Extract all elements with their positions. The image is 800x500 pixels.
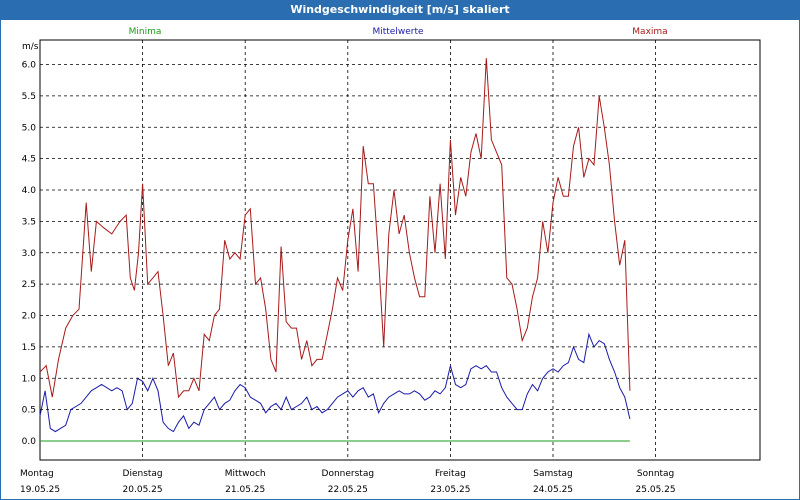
legend-mittelwerte: Mittelwerte — [372, 27, 423, 37]
y-tick-label: 4.5 — [22, 155, 36, 165]
x-date-label: 19.05.25 — [20, 485, 60, 495]
x-day-label: Montag — [20, 469, 54, 479]
x-date-label: 22.05.25 — [328, 485, 368, 495]
legend-minima: Minima — [129, 27, 162, 37]
x-date-label: 25.05.25 — [636, 485, 676, 495]
x-day-label: Mittwoch — [225, 469, 266, 479]
y-tick-label: 1.0 — [22, 374, 37, 384]
x-day-label: Dienstag — [123, 469, 163, 479]
wind-speed-chart: Minima Mittelwerte Maxima m/s 0.0 0.5 1.0 1… — [20, 27, 761, 495]
x-date-label: 20.05.25 — [123, 485, 163, 495]
y-tick-label: 2.5 — [22, 280, 36, 290]
series-line-maxima — [39, 58, 631, 399]
y-tick-label: 0.5 — [22, 406, 36, 416]
chart-grid — [39, 39, 761, 461]
series-line-mittelwerte — [39, 332, 631, 433]
y-tick-label: 5.5 — [22, 92, 36, 102]
y-tick-label: 4.0 — [22, 186, 37, 196]
y-tick-label: 3.5 — [22, 217, 36, 227]
y-tick-label: 5.0 — [22, 123, 37, 133]
plot-area-border — [39, 39, 761, 461]
x-date-label: 21.05.25 — [225, 485, 265, 495]
x-date-label: 24.05.25 — [533, 485, 573, 495]
y-tick-label: 3.0 — [22, 249, 37, 259]
x-day-label: Freitag — [435, 469, 466, 479]
x-day-label: Sonntag — [637, 469, 674, 479]
y-tick-label: 2.0 — [22, 312, 37, 322]
y-tick-label: 1.5 — [22, 343, 36, 353]
x-day-label: Samstag — [533, 469, 572, 479]
legend-maxima: Maxima — [632, 27, 667, 37]
y-tick-label: 0.0 — [22, 437, 37, 447]
x-day-label: Donnerstag — [322, 469, 375, 479]
x-date-label: 23.05.25 — [430, 485, 470, 495]
y-axis-unit-label: m/s — [22, 42, 39, 52]
chart-series — [39, 58, 631, 442]
y-tick-label: 6.0 — [22, 61, 37, 71]
